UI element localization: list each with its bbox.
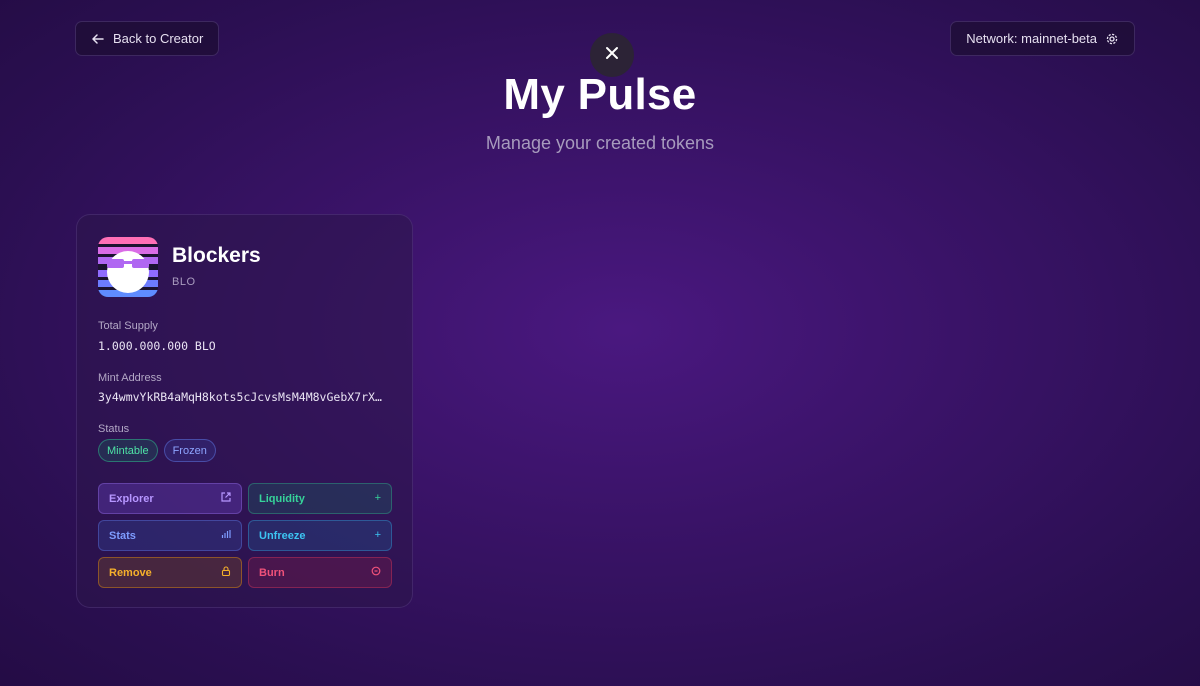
unfreeze-label: Unfreeze — [259, 529, 306, 542]
back-to-creator-label: Back to Creator — [113, 31, 204, 46]
unfreeze-button[interactable]: Unfreeze + — [248, 520, 392, 551]
plus-icon: + — [374, 529, 381, 541]
liquidity-button[interactable]: Liquidity + — [248, 483, 392, 514]
plus-icon: + — [374, 492, 381, 504]
mintable-badge: Mintable — [98, 439, 158, 462]
bar-chart-icon — [221, 529, 231, 542]
status-badges: Mintable Frozen — [98, 439, 216, 462]
explorer-button[interactable]: Explorer — [98, 483, 242, 514]
close-icon — [604, 45, 620, 66]
lock-icon — [221, 566, 231, 579]
liquidity-label: Liquidity — [259, 492, 305, 505]
token-header: Blockers BLO — [98, 237, 391, 297]
remove-label: Remove — [109, 566, 152, 579]
burn-button[interactable]: Burn — [248, 557, 392, 588]
token-title-group: Blockers BLO — [172, 237, 261, 288]
token-symbol: BLO — [172, 276, 196, 288]
page-title: My Pulse — [503, 70, 697, 119]
token-logo — [98, 237, 158, 297]
frozen-badge: Frozen — [163, 439, 216, 462]
status-label: Status — [98, 423, 130, 435]
mint-address-label: Mint Address — [98, 372, 162, 384]
network-button[interactable]: Network: mainnet-beta — [950, 21, 1135, 56]
remove-button[interactable]: Remove — [98, 557, 242, 588]
mint-address-value: 3y4wmvYkRB4aMqH8kots5cJcvsMsM4M8vGebX7rX… — [98, 390, 382, 404]
arrow-left-icon — [91, 32, 105, 46]
explorer-label: Explorer — [109, 492, 154, 505]
network-label: Network: mainnet-beta — [966, 31, 1097, 46]
flame-icon — [371, 566, 381, 579]
back-to-creator-button[interactable]: Back to Creator — [75, 21, 220, 56]
token-actions: Explorer Liquidity + Stats Unfreeze + Re… — [98, 483, 392, 588]
stats-label: Stats — [109, 529, 136, 542]
stats-button[interactable]: Stats — [98, 520, 242, 551]
token-card: Blockers BLO Total Supply 1.000.000.000 … — [76, 214, 413, 608]
total-supply-label: Total Supply — [98, 320, 158, 332]
token-name: Blockers — [172, 244, 261, 267]
burn-label: Burn — [259, 566, 285, 579]
total-supply-value: 1.000.000.000 BLO — [98, 339, 216, 353]
gear-icon — [1105, 32, 1119, 46]
page-subtitle: Manage your created tokens — [485, 133, 715, 153]
external-link-icon — [221, 492, 231, 505]
